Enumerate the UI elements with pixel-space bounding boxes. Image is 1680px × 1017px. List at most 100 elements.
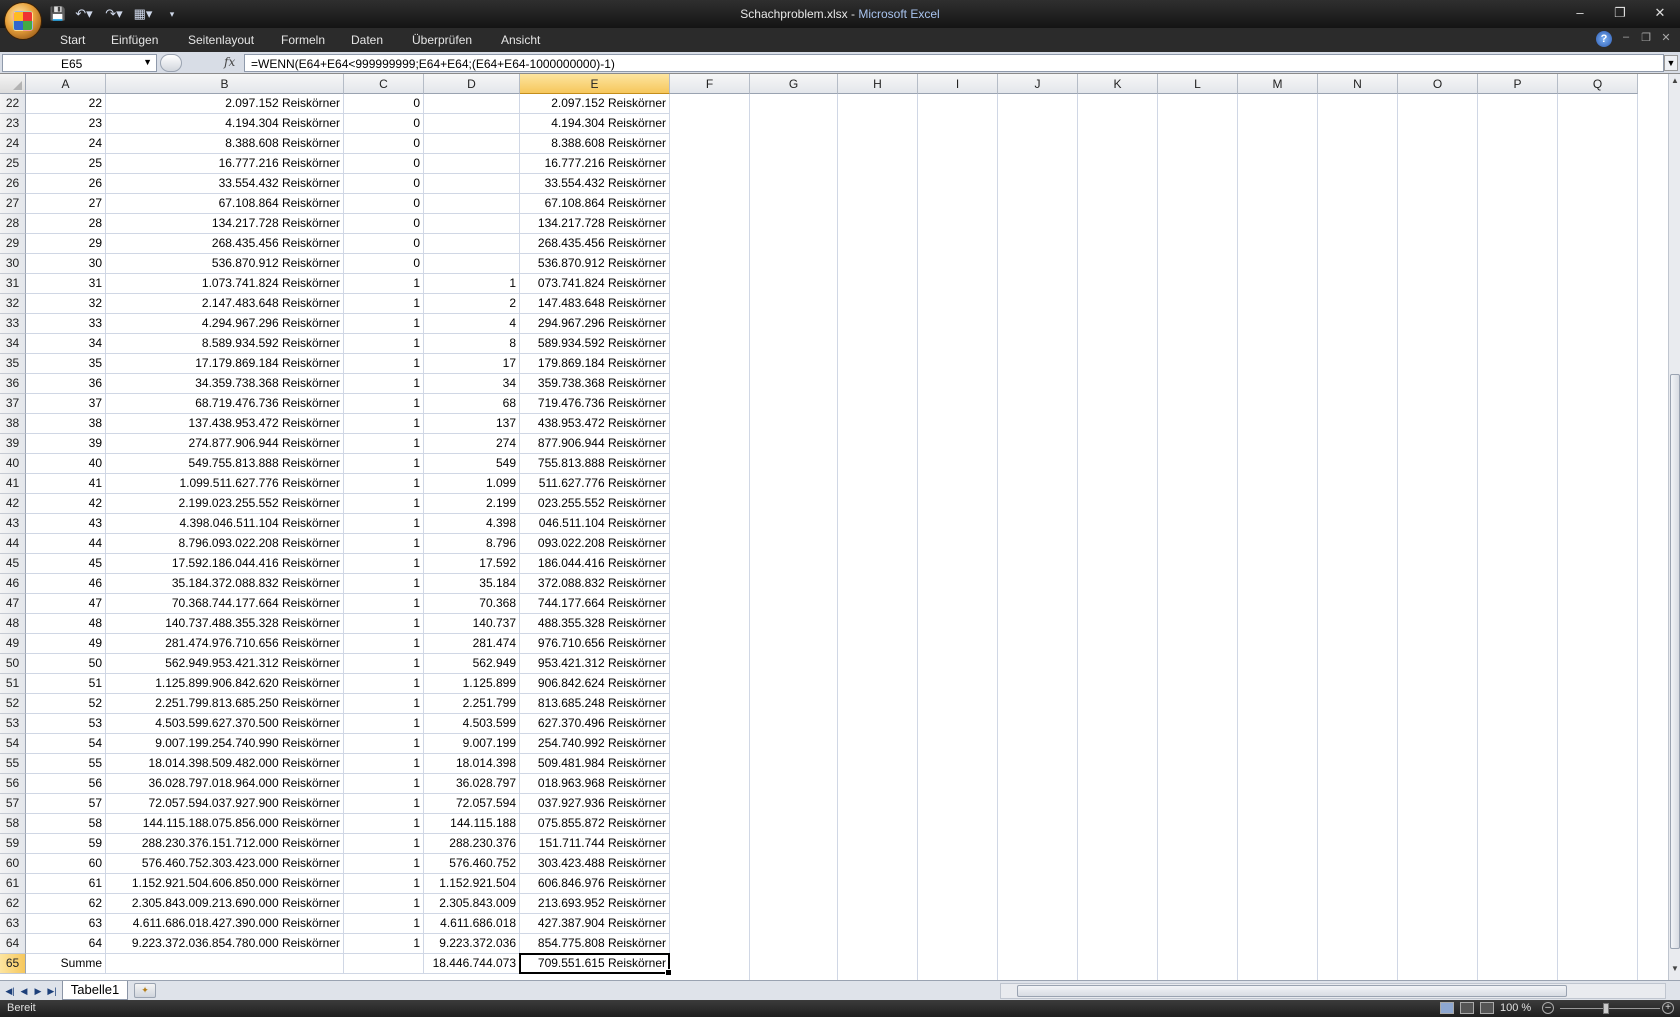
worksheet-grid[interactable]: A B C D E F G H I J K L M N O P Q 22 22 2.097.152 Reiskörne… (0, 74, 1668, 980)
cell-e53[interactable]: 627.370.496 Reiskörner (520, 714, 670, 734)
cell-b60[interactable]: 576.460.752.303.423.000 Reiskörner (106, 854, 344, 874)
cell-e65[interactable]: 709.551.615 Reiskörner (520, 954, 670, 974)
cell-c38[interactable]: 1 (344, 414, 424, 434)
cell-a51[interactable]: 51 (26, 674, 106, 694)
row-header-50[interactable]: 50 (0, 654, 26, 674)
horizontal-scrollbar[interactable] (1000, 983, 1666, 999)
cell-d34[interactable]: 8 (424, 334, 520, 354)
zoom-slider-thumb[interactable] (1603, 1003, 1609, 1014)
cell-a53[interactable]: 53 (26, 714, 106, 734)
cell-a28[interactable]: 28 (26, 214, 106, 234)
cell-a26[interactable]: 26 (26, 174, 106, 194)
column-header-o[interactable]: O (1398, 74, 1478, 94)
last-sheet-icon[interactable]: ▶| (46, 984, 58, 998)
cell-e46[interactable]: 372.088.832 Reiskörner (520, 574, 670, 594)
cell-d42[interactable]: 2.199 (424, 494, 520, 514)
row-header-36[interactable]: 36 (0, 374, 26, 394)
row-header-59[interactable]: 59 (0, 834, 26, 854)
cell-a56[interactable]: 56 (26, 774, 106, 794)
cell-a36[interactable]: 36 (26, 374, 106, 394)
cell-c57[interactable]: 1 (344, 794, 424, 814)
cell-e26[interactable]: 33.554.432 Reiskörner (520, 174, 670, 194)
cell-c65[interactable] (344, 954, 424, 974)
cell-b37[interactable]: 68.719.476.736 Reiskörner (106, 394, 344, 414)
cell-c30[interactable]: 0 (344, 254, 424, 274)
cell-d62[interactable]: 2.305.843.009 (424, 894, 520, 914)
cell-d65[interactable]: 18.446.744.073 (424, 954, 520, 974)
cell-c36[interactable]: 1 (344, 374, 424, 394)
cell-a35[interactable]: 35 (26, 354, 106, 374)
cell-a22[interactable]: 22 (26, 94, 106, 114)
cell-b58[interactable]: 144.115.188.075.856.000 Reiskörner (106, 814, 344, 834)
cell-c45[interactable]: 1 (344, 554, 424, 574)
cell-c47[interactable]: 1 (344, 594, 424, 614)
row-header-60[interactable]: 60 (0, 854, 26, 874)
cell-b25[interactable]: 16.777.216 Reiskörner (106, 154, 344, 174)
cell-e25[interactable]: 16.777.216 Reiskörner (520, 154, 670, 174)
row-header-26[interactable]: 26 (0, 174, 26, 194)
column-header-e[interactable]: E (520, 74, 670, 94)
cell-a62[interactable]: 62 (26, 894, 106, 914)
cell-a60[interactable]: 60 (26, 854, 106, 874)
minimize-button[interactable]: – (1566, 4, 1594, 22)
cell-e31[interactable]: 073.741.824 Reiskörner (520, 274, 670, 294)
cell-d23[interactable] (424, 114, 520, 134)
vertical-scrollbar[interactable]: ▲ ▼ (1668, 74, 1680, 980)
row-header-34[interactable]: 34 (0, 334, 26, 354)
cell-a63[interactable]: 63 (26, 914, 106, 934)
cell-e33[interactable]: 294.967.296 Reiskörner (520, 314, 670, 334)
cell-e55[interactable]: 509.481.984 Reiskörner (520, 754, 670, 774)
cell-d47[interactable]: 70.368 (424, 594, 520, 614)
cell-e34[interactable]: 589.934.592 Reiskörner (520, 334, 670, 354)
cell-a48[interactable]: 48 (26, 614, 106, 634)
cell-e50[interactable]: 953.421.312 Reiskörner (520, 654, 670, 674)
cell-d58[interactable]: 144.115.188 (424, 814, 520, 834)
cell-b36[interactable]: 34.359.738.368 Reiskörner (106, 374, 344, 394)
row-header-35[interactable]: 35 (0, 354, 26, 374)
cell-a32[interactable]: 32 (26, 294, 106, 314)
column-header-p[interactable]: P (1478, 74, 1558, 94)
cell-e32[interactable]: 147.483.648 Reiskörner (520, 294, 670, 314)
cell-b59[interactable]: 288.230.376.151.712.000 Reiskörner (106, 834, 344, 854)
cell-b43[interactable]: 4.398.046.511.104 Reiskörner (106, 514, 344, 534)
cell-c56[interactable]: 1 (344, 774, 424, 794)
cell-d53[interactable]: 4.503.599 (424, 714, 520, 734)
cell-b49[interactable]: 281.474.976.710.656 Reiskörner (106, 634, 344, 654)
cell-a54[interactable]: 54 (26, 734, 106, 754)
cell-c34[interactable]: 1 (344, 334, 424, 354)
cell-c52[interactable]: 1 (344, 694, 424, 714)
cell-b46[interactable]: 35.184.372.088.832 Reiskörner (106, 574, 344, 594)
row-header-48[interactable]: 48 (0, 614, 26, 634)
cell-d56[interactable]: 36.028.797 (424, 774, 520, 794)
help-icon[interactable]: ? (1596, 31, 1612, 47)
cell-c59[interactable]: 1 (344, 834, 424, 854)
cell-e37[interactable]: 719.476.736 Reiskörner (520, 394, 670, 414)
cell-b41[interactable]: 1.099.511.627.776 Reiskörner (106, 474, 344, 494)
formula-input[interactable]: =WENN(E64+E64<999999999;E64+E64;(E64+E64… (244, 54, 1664, 72)
column-header-g[interactable]: G (750, 74, 838, 94)
cell-c55[interactable]: 1 (344, 754, 424, 774)
row-header-22[interactable]: 22 (0, 94, 26, 114)
cell-c63[interactable]: 1 (344, 914, 424, 934)
office-button[interactable] (4, 2, 42, 40)
cell-c24[interactable]: 0 (344, 134, 424, 154)
cell-c48[interactable]: 1 (344, 614, 424, 634)
cell-a27[interactable]: 27 (26, 194, 106, 214)
column-header-d[interactable]: D (424, 74, 520, 94)
tab-ansicht[interactable]: Ansicht (501, 33, 540, 47)
cell-d64[interactable]: 9.223.372.036 (424, 934, 520, 954)
cell-e64[interactable]: 854.775.808 Reiskörner (520, 934, 670, 954)
cell-a42[interactable]: 42 (26, 494, 106, 514)
row-header-49[interactable]: 49 (0, 634, 26, 654)
cell-e27[interactable]: 67.108.864 Reiskörner (520, 194, 670, 214)
horizontal-scroll-thumb[interactable] (1017, 985, 1567, 997)
cell-e51[interactable]: 906.842.624 Reiskörner (520, 674, 670, 694)
cell-d40[interactable]: 549 (424, 454, 520, 474)
cell-a65[interactable]: Summe (26, 954, 106, 974)
cell-d37[interactable]: 68 (424, 394, 520, 414)
cell-d36[interactable]: 34 (424, 374, 520, 394)
cell-d27[interactable] (424, 194, 520, 214)
row-header-40[interactable]: 40 (0, 454, 26, 474)
row-header-32[interactable]: 32 (0, 294, 26, 314)
row-header-53[interactable]: 53 (0, 714, 26, 734)
